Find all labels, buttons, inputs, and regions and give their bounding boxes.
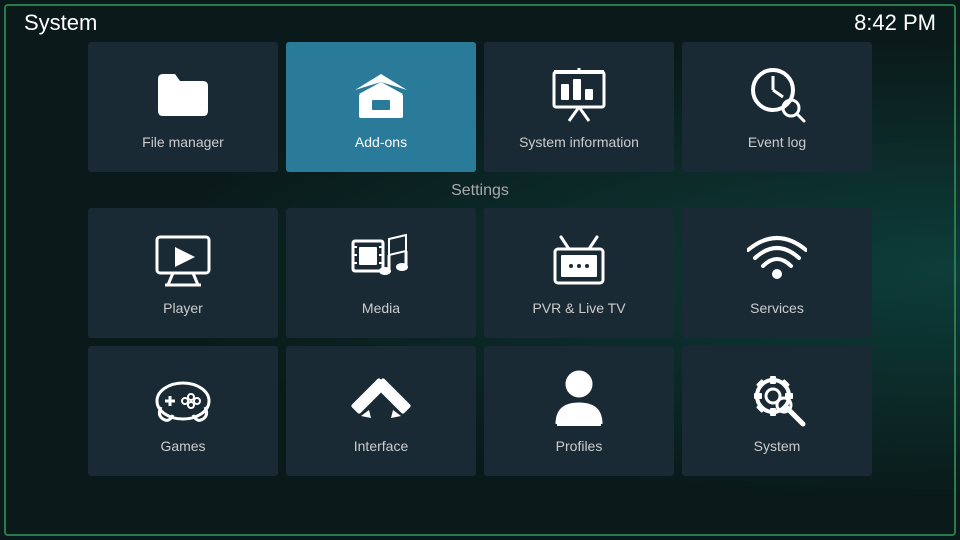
games-label: Games: [160, 438, 205, 454]
settings-section-label: Settings: [60, 172, 900, 208]
games-icon: [153, 368, 213, 428]
file-manager-label: File manager: [142, 134, 224, 150]
page-title: System: [24, 10, 97, 36]
tile-media[interactable]: Media: [286, 208, 476, 338]
tile-event-log[interactable]: Event log: [682, 42, 872, 172]
system-information-label: System information: [519, 134, 639, 150]
add-ons-label: Add-ons: [355, 134, 407, 150]
settings-row-1: Player: [60, 208, 900, 338]
tile-system-information[interactable]: System information: [484, 42, 674, 172]
services-label: Services: [750, 300, 804, 316]
media-label: Media: [362, 300, 400, 316]
interface-label: Interface: [354, 438, 408, 454]
tile-pvr-live-tv[interactable]: PVR & Live TV: [484, 208, 674, 338]
settings-row-2: Games Interface: [60, 346, 900, 476]
tile-system[interactable]: System: [682, 346, 872, 476]
player-label: Player: [163, 300, 203, 316]
system-label: System: [754, 438, 801, 454]
pvr-live-tv-icon: [549, 230, 609, 290]
system-icon: [747, 368, 807, 428]
event-log-label: Event log: [748, 134, 806, 150]
tile-player[interactable]: Player: [88, 208, 278, 338]
interface-icon: [351, 368, 411, 428]
tile-interface[interactable]: Interface: [286, 346, 476, 476]
event-log-icon: [747, 64, 807, 124]
player-icon: [153, 230, 213, 290]
tile-profiles[interactable]: Profiles: [484, 346, 674, 476]
media-icon: [351, 230, 411, 290]
pvr-live-tv-label: PVR & Live TV: [532, 300, 625, 316]
system-information-icon: [549, 64, 609, 124]
top-row: File manager Add-ons: [60, 42, 900, 172]
tile-services[interactable]: Services: [682, 208, 872, 338]
tile-add-ons[interactable]: Add-ons: [286, 42, 476, 172]
profiles-label: Profiles: [556, 438, 603, 454]
file-manager-icon: [153, 64, 213, 124]
tile-games[interactable]: Games: [88, 346, 278, 476]
clock: 8:42 PM: [854, 10, 936, 36]
services-icon: [747, 230, 807, 290]
tile-file-manager[interactable]: File manager: [88, 42, 278, 172]
profiles-icon: [549, 368, 609, 428]
add-ons-icon: [351, 64, 411, 124]
